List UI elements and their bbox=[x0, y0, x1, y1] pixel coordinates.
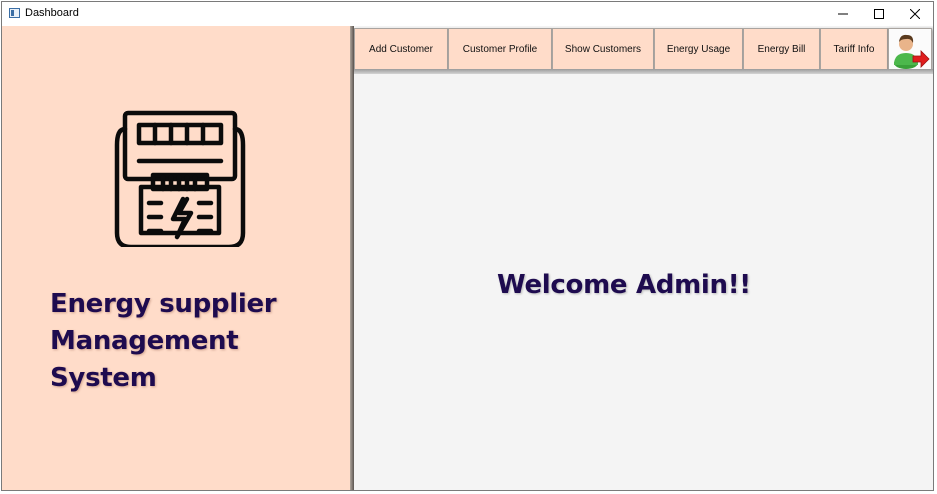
maximize-button[interactable] bbox=[861, 2, 897, 26]
app-title: Energy supplier Management System bbox=[50, 286, 340, 397]
window-title: Dashboard bbox=[25, 7, 79, 19]
minimize-button[interactable] bbox=[825, 2, 861, 26]
tariff-info-button[interactable]: Tariff Info bbox=[820, 28, 888, 71]
title-bar: Dashboard bbox=[2, 2, 933, 26]
maximize-icon bbox=[874, 9, 884, 19]
close-icon bbox=[910, 9, 920, 19]
nav-toolbar: Add Customer Customer Profile Show Custo… bbox=[354, 26, 933, 74]
app-title-line: Energy supplier bbox=[50, 289, 277, 319]
energy-usage-button[interactable]: Energy Usage bbox=[654, 28, 743, 71]
add-customer-button[interactable]: Add Customer bbox=[354, 28, 448, 71]
customer-profile-button[interactable]: Customer Profile bbox=[448, 28, 552, 71]
energy-bill-button[interactable]: Energy Bill bbox=[743, 28, 820, 71]
sidebar-panel: Energy supplier Management System bbox=[2, 26, 352, 490]
close-button[interactable] bbox=[897, 2, 933, 26]
welcome-message: Welcome Admin!! bbox=[497, 270, 751, 300]
app-title-line: Management bbox=[50, 326, 239, 356]
show-customers-button[interactable]: Show Customers bbox=[552, 28, 654, 71]
window-icon bbox=[9, 8, 20, 18]
app-window: Dashboard Energy supplier Management Sys… bbox=[1, 1, 934, 491]
logout-button[interactable] bbox=[888, 28, 932, 71]
logout-user-icon bbox=[894, 34, 930, 69]
app-title-line: System bbox=[50, 363, 157, 393]
electric-meter-icon bbox=[114, 110, 246, 247]
minimize-icon bbox=[838, 13, 848, 15]
